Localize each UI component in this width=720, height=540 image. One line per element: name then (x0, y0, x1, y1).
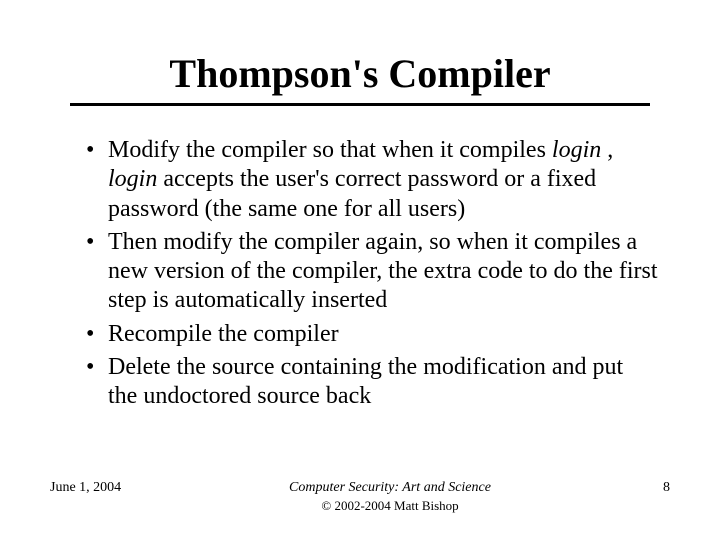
footer-page-number: 8 (610, 480, 670, 496)
list-item: Then modify the compiler again, so when … (86, 228, 658, 316)
list-item: Recompile the compiler (86, 320, 658, 349)
footer-center: Computer Security: Art and Science © 200… (170, 480, 610, 514)
footer-copyright: © 2002-2004 Matt Bishop (170, 498, 610, 514)
bullet-italic: login (108, 166, 157, 192)
bullet-text: Delete the source containing the modific… (108, 354, 623, 409)
bullet-text: accepts the user's correct password or a… (108, 166, 596, 221)
list-item: Modify the compiler so that when it comp… (86, 136, 658, 224)
slide: Thompson's Compiler Modify the compiler … (0, 0, 720, 540)
bullet-text: Recompile the compiler (108, 321, 339, 347)
slide-footer: June 1, 2004 Computer Security: Art and … (50, 480, 670, 514)
slide-title: Thompson's Compiler (70, 50, 650, 106)
bullet-text: , (601, 137, 613, 163)
bullet-text: Modify the compiler so that when it comp… (108, 137, 552, 163)
bullet-list: Modify the compiler so that when it comp… (50, 136, 670, 411)
bullet-italic: login (552, 137, 601, 163)
bullet-text: Then modify the compiler again, so when … (108, 229, 658, 314)
list-item: Delete the source containing the modific… (86, 353, 658, 412)
footer-date: June 1, 2004 (50, 480, 170, 496)
footer-booktitle: Computer Security: Art and Science (289, 480, 491, 495)
